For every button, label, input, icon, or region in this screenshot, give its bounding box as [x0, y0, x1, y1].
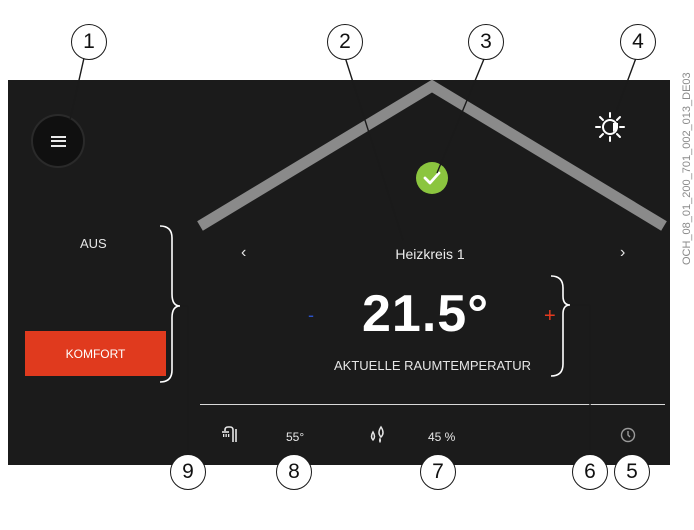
callout-3: 3 [468, 24, 504, 60]
callout-9: 9 [170, 454, 206, 490]
callout-leader-lines [69, 56, 637, 472]
callout-2: 2 [327, 24, 363, 60]
callout-5: 5 [614, 454, 650, 490]
callout-8: 8 [276, 454, 312, 490]
document-code: OCH_08_01_200_701_002_013_DE03 [681, 72, 693, 265]
callout-4: 4 [620, 24, 656, 60]
callout-7: 7 [420, 454, 456, 490]
callout-6: 6 [572, 454, 608, 490]
callout-1: 1 [71, 24, 107, 60]
